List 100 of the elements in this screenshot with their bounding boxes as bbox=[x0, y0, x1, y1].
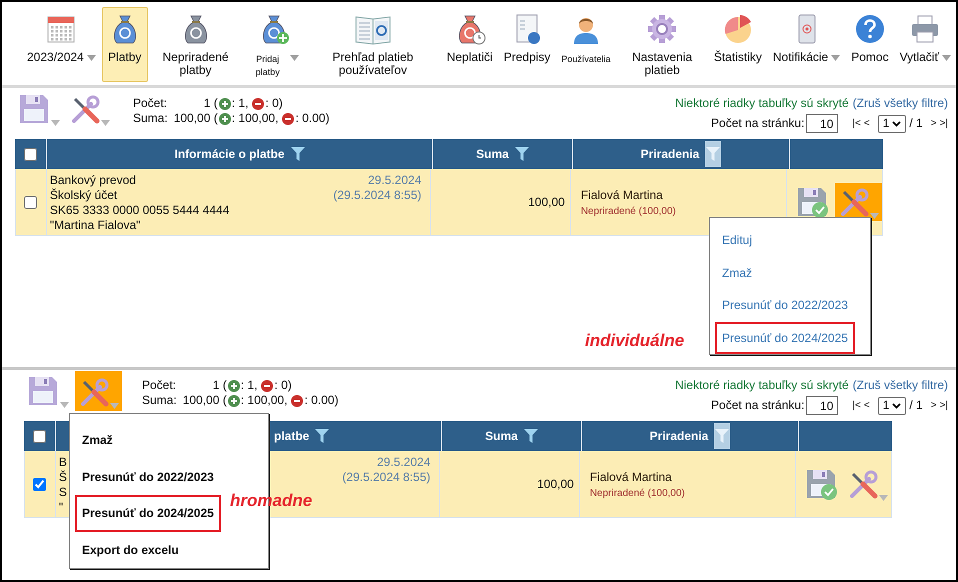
save-check-icon[interactable] bbox=[804, 467, 838, 501]
filter-icon[interactable] bbox=[524, 428, 538, 444]
stat-label: Suma: bbox=[142, 393, 178, 408]
caret-icon bbox=[101, 120, 110, 126]
minus-icon bbox=[261, 380, 274, 392]
previous-page-link[interactable]: < bbox=[864, 398, 870, 413]
save-icon[interactable] bbox=[17, 92, 51, 126]
menu-item[interactable]: Zmaž bbox=[75, 422, 120, 458]
select-all-checkbox[interactable] bbox=[24, 148, 37, 160]
per-page-label: Počet na stránku: bbox=[711, 398, 804, 413]
toolbar-button[interactable]: Nepriradené platby bbox=[148, 7, 242, 82]
menu-item[interactable]: Presunúť do 2024/2025 bbox=[75, 495, 221, 532]
per-page-label: Počet na stránku: bbox=[711, 116, 804, 131]
row-tools-button[interactable] bbox=[835, 183, 882, 221]
stat-label: Počet: bbox=[142, 378, 178, 393]
toolbar-button[interactable]: 2023/2024 bbox=[22, 7, 101, 82]
minus-icon bbox=[291, 394, 304, 406]
menu-item[interactable]: Presunúť do 2022/2023 bbox=[715, 289, 855, 322]
chevron-down-icon bbox=[892, 402, 902, 408]
stat-plus-value: : 100,00, bbox=[232, 111, 280, 126]
filter-icon[interactable] bbox=[705, 141, 722, 167]
select-all-checkbox[interactable] bbox=[33, 430, 46, 442]
payment-info-line: " bbox=[58, 500, 64, 515]
row-checkbox[interactable] bbox=[33, 478, 46, 490]
toolbar-button[interactable]: Neplatiči bbox=[442, 7, 498, 82]
payment-info-line: SK65 3333 0000 0055 5444 4444 bbox=[50, 203, 230, 218]
clear-filters-link[interactable]: (Zruš všetky filtre) bbox=[852, 96, 948, 111]
page-select[interactable]: 1 bbox=[878, 114, 906, 132]
filter-icon[interactable] bbox=[714, 423, 730, 449]
menu-item[interactable]: Presunúť do 2022/2023 bbox=[75, 458, 221, 495]
first-page-link[interactable]: |< bbox=[852, 398, 861, 413]
payment-date: 29.5.2024 bbox=[376, 455, 430, 470]
column-header: Suma bbox=[476, 146, 509, 163]
caret-icon bbox=[60, 402, 69, 408]
payment-datetime: (29.5.2024 8:55) bbox=[333, 188, 422, 203]
annotation-label: individuálne bbox=[585, 330, 684, 352]
caret-icon bbox=[86, 55, 96, 61]
page-total: / 1 bbox=[909, 398, 923, 413]
last-page-link[interactable]: >| bbox=[940, 116, 948, 131]
clear-filters-link[interactable]: (Zruš všetky filtre) bbox=[852, 378, 948, 393]
menu-item[interactable]: Zmaž bbox=[715, 256, 759, 289]
payment-info-line: Š bbox=[58, 470, 67, 485]
payment-info-line: Bankový prevod bbox=[50, 173, 137, 188]
toolbar-button[interactable]: Štatistiky bbox=[708, 7, 767, 82]
caret-icon bbox=[110, 403, 119, 409]
payment-datetime: (29.5.2024 8:55) bbox=[342, 470, 430, 485]
first-page-link[interactable]: |< bbox=[852, 116, 861, 131]
stat-plus-value: : 1, bbox=[232, 96, 250, 111]
toolbar-button[interactable]: Nastavenia platieb bbox=[616, 7, 708, 82]
menu-item[interactable]: Edituj bbox=[715, 224, 760, 256]
caret-icon bbox=[831, 55, 840, 61]
assignment-status: Nepriradené (100,00) bbox=[580, 204, 677, 218]
toolbar-button[interactable]: Platby bbox=[102, 7, 148, 82]
previous-page-link[interactable]: < bbox=[864, 116, 870, 131]
page-select[interactable]: 1 bbox=[878, 396, 906, 414]
toolbar-button[interactable]: Prehľad platieb používateľov bbox=[305, 7, 441, 82]
next-page-link[interactable]: > bbox=[930, 116, 937, 131]
stat-label: Počet: bbox=[133, 96, 168, 111]
payment-info-line: Školský účet bbox=[50, 188, 118, 203]
per-page-field[interactable]: 10 bbox=[806, 396, 838, 415]
stat-value: 100,00 ( bbox=[182, 393, 227, 408]
minus-icon bbox=[282, 112, 294, 124]
filter-icon[interactable] bbox=[514, 146, 529, 162]
minus-icon bbox=[252, 98, 264, 110]
tools-icon bbox=[847, 469, 879, 501]
toolbar-button[interactable]: Pridaj platby bbox=[243, 7, 304, 82]
stat-value: 1 ( bbox=[202, 96, 218, 111]
stat-plus-value: : 100,00, bbox=[240, 393, 288, 408]
save-icon[interactable] bbox=[26, 374, 60, 408]
stat-minus-value: : 0) bbox=[274, 378, 292, 393]
payment-info-line: S bbox=[58, 485, 67, 500]
menu-item[interactable]: Export do excelu bbox=[75, 532, 186, 568]
page-total: / 1 bbox=[909, 116, 923, 131]
toolbar-button[interactable]: Predpisy bbox=[498, 7, 556, 82]
caret-icon bbox=[51, 120, 60, 126]
row-checkbox[interactable] bbox=[24, 196, 38, 208]
toolbar-button[interactable]: Notifikácie bbox=[768, 7, 846, 82]
stat-minus-value: : 0.00) bbox=[295, 111, 330, 126]
filter-icon[interactable] bbox=[315, 428, 330, 444]
payment-info-line: B bbox=[58, 455, 67, 470]
assignment-status: Nepriradené (100,00) bbox=[590, 486, 686, 500]
toolbar-button[interactable]: Vytlačiť bbox=[894, 7, 956, 82]
amount-cell-text: 100,00 bbox=[528, 194, 565, 211]
next-page-link[interactable]: > bbox=[930, 398, 937, 413]
filter-icon[interactable] bbox=[290, 146, 305, 162]
stat-value: 1 ( bbox=[212, 378, 227, 393]
filter-notice: Niektoré riadky tabuľky sú skryté bbox=[675, 96, 849, 111]
per-page-field[interactable]: 10 bbox=[806, 114, 838, 133]
tools-icon bbox=[78, 377, 110, 409]
stat-minus-value: : 0.00) bbox=[304, 393, 338, 408]
chevron-down-icon bbox=[892, 120, 902, 126]
payment-info-line: "Martina Fialova" bbox=[50, 218, 142, 233]
stat-plus-value: : 1, bbox=[240, 378, 258, 393]
menu-item[interactable]: Presunúť do 2024/2025 bbox=[715, 322, 855, 354]
toolbar-button[interactable]: Používatelia bbox=[556, 7, 616, 82]
toolbar-button[interactable]: Pomoc bbox=[846, 7, 894, 82]
last-page-link[interactable]: >| bbox=[940, 398, 948, 413]
save-check-icon[interactable] bbox=[795, 185, 829, 219]
column-header: Suma bbox=[485, 428, 518, 445]
caret-icon bbox=[290, 55, 300, 61]
